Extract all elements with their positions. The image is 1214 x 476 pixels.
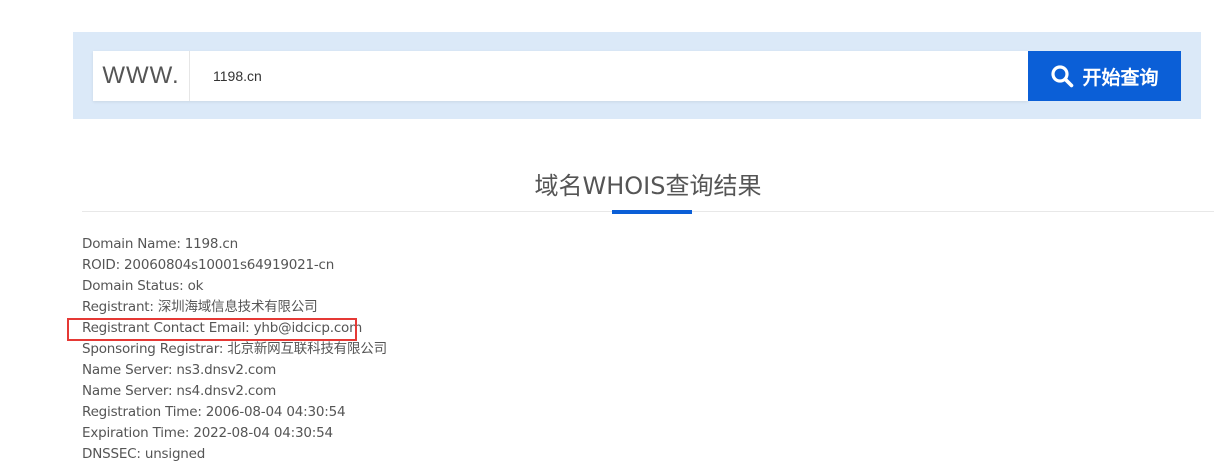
search-icon bbox=[1050, 64, 1074, 88]
domain-input[interactable] bbox=[191, 51, 1021, 101]
result-title: 域名WHOIS查询结果 bbox=[534, 172, 762, 200]
record-registration-time: Registration Time2006-08-04 04:30:54 bbox=[82, 402, 387, 423]
whois-records: Domain Name1198.cn ROID20060804s10001s64… bbox=[82, 234, 387, 465]
search-button-label: 开始查询 bbox=[1082, 66, 1159, 89]
record-sponsoring-registrar: Sponsoring Registrar北京新网互联科技有限公司 bbox=[82, 339, 387, 360]
record-registrant: Registrant深圳海域信息技术有限公司 bbox=[82, 297, 387, 318]
record-expiration-time: Expiration Time2022-08-04 04:30:54 bbox=[82, 423, 387, 444]
www-prefix: WWW. bbox=[93, 51, 190, 101]
record-domain-name: Domain Name1198.cn bbox=[82, 234, 387, 255]
record-name-server-2: Name Serverns4.dnsv2.com bbox=[82, 381, 387, 402]
record-domain-status: Domain Statusok bbox=[82, 276, 387, 297]
search-bar: WWW. bbox=[93, 51, 1028, 101]
search-panel: WWW. 开始查询 bbox=[73, 32, 1201, 119]
record-dnssec: DNSSECunsigned bbox=[82, 444, 387, 465]
title-underline bbox=[612, 210, 692, 214]
record-name-server-1: Name Serverns3.dnsv2.com bbox=[82, 360, 387, 381]
email-highlight-box bbox=[67, 318, 357, 341]
search-button[interactable]: 开始查询 bbox=[1028, 51, 1181, 101]
whois-page: WWW. 开始查询 域名WHOIS查询结果 Domain Name1198.cn… bbox=[0, 0, 1214, 476]
record-roid: ROID20060804s10001s64919021-cn bbox=[82, 255, 387, 276]
